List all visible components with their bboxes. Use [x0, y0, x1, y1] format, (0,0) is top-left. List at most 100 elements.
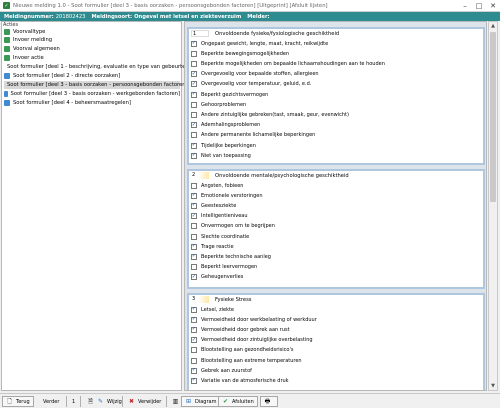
vertical-scrollbar[interactable]: ▲ ▼: [488, 21, 498, 391]
checkbox-row[interactable]: ✓ Emotionele verstoringen: [191, 192, 263, 199]
unchecked-checkbox[interactable]: [191, 264, 197, 271]
checkbox-row[interactable]: ✓ Overgevoelig voor bepaalde stoffen, all…: [191, 71, 319, 78]
unchecked-checkbox[interactable]: [191, 132, 197, 139]
checkbox-row[interactable]: ✓ Letsel, ziekte: [191, 306, 234, 313]
unchecked-checkbox[interactable]: [191, 357, 197, 364]
tree-item[interactable]: Voorval algemeen: [4, 45, 180, 53]
tree-item[interactable]: Voorvalltype: [4, 28, 180, 36]
checkbox-row[interactable]: Blootstelling aan extreme temperaturen: [191, 357, 302, 364]
checkbox-row[interactable]: ✓ Ongepast gewicht, lengte, maat, kracht,…: [191, 40, 328, 47]
minimize-button[interactable]: –: [458, 0, 472, 12]
unchecked-checkbox[interactable]: [191, 50, 197, 57]
checked-checkbox[interactable]: ✓: [191, 316, 197, 323]
checkbox-row[interactable]: Beperkt leervermogen: [191, 264, 257, 271]
checkbox-row[interactable]: Andere zintuiglijke gebreken(tast, smaak…: [191, 111, 349, 118]
diagram-label: Diagram: [195, 398, 217, 405]
form-section: 1 Onvoldoende fysieke/fysiologische gesch…: [187, 27, 485, 165]
checkbox-row[interactable]: ✓ Vermoeidheid door zintuiglijke overbela…: [191, 337, 313, 344]
checkbox-row[interactable]: ✓ Geestesziekte: [191, 202, 236, 209]
checked-checkbox[interactable]: ✓: [191, 274, 197, 281]
terug-button[interactable]: 🗋 Terug: [2, 396, 34, 407]
scroll-down-icon[interactable]: ▼: [489, 382, 497, 390]
checkbox-row[interactable]: Gehoorproblemen: [191, 101, 246, 108]
checkbox-row[interactable]: Beperkte bewegingsmogelijkheden: [191, 50, 289, 57]
checkbox-row[interactable]: ✓ Beperkte technische aanleg: [191, 253, 271, 260]
checked-checkbox[interactable]: ✓: [191, 337, 197, 344]
checkbox-row[interactable]: Angsten, fobieen: [191, 182, 243, 189]
printer-icon: 🖶: [264, 397, 271, 405]
tree-item[interactable]: Soot formulier [deel 1 - beschrijving, e…: [4, 63, 195, 71]
green-doc-icon: [4, 37, 10, 43]
section-number-field[interactable]: 2: [191, 172, 209, 179]
tree-item[interactable]: Invoer actie: [4, 54, 180, 62]
unchecked-checkbox[interactable]: [191, 182, 197, 189]
checked-checkbox[interactable]: ✓: [191, 202, 197, 209]
form-pane: 1 Onvoldoende fysieke/fysiologische gesch…: [184, 21, 487, 391]
checkbox-row[interactable]: ✓ Geheugenverlies: [191, 274, 243, 281]
checkbox-label: Vermoeidheid door werkbelasting of werkd…: [201, 316, 317, 323]
checked-checkbox[interactable]: ✓: [191, 367, 197, 374]
blue-doc-icon: [4, 91, 8, 97]
checked-checkbox[interactable]: ✓: [191, 253, 197, 260]
checked-checkbox[interactable]: ✓: [191, 326, 197, 333]
afsluiten-button[interactable]: ✔ Afsluiten: [218, 396, 258, 407]
checked-checkbox[interactable]: ✓: [191, 377, 197, 384]
tree-item[interactable]: Invoer melding: [4, 36, 180, 44]
checkbox-row[interactable]: ✓ Overgevoelig voor temperatuur, geluid, …: [191, 81, 311, 88]
tree-item[interactable]: Soot formulier [deel 3 - basis oorzaken …: [4, 90, 180, 98]
checked-checkbox[interactable]: ✓: [191, 40, 197, 47]
unchecked-checkbox[interactable]: [191, 233, 197, 240]
tree-item[interactable]: Soot formulier [deel 2 - directe oorzake…: [4, 72, 180, 80]
unchecked-checkbox[interactable]: [191, 223, 197, 230]
unchecked-checkbox[interactable]: [191, 347, 197, 354]
verder-button[interactable]: Verder: [40, 396, 62, 407]
checkbox-label: Blootstelling aan gezondheidsrisico's: [201, 347, 294, 354]
checked-checkbox[interactable]: ✓: [191, 213, 197, 220]
unchecked-checkbox[interactable]: [191, 60, 197, 67]
checkbox-label: Overgevoelig voor bepaalde stoffen, alle…: [201, 71, 319, 78]
checkbox-row[interactable]: ✓ Vermoeidheid door gebrek aan rust: [191, 326, 290, 333]
wijzig-button[interactable]: ✎ Wijzig: [94, 396, 125, 407]
checkbox-row[interactable]: ✓ Vermoeidheid door werkbelasting of werk…: [191, 316, 317, 323]
checked-checkbox[interactable]: ✓: [191, 81, 197, 88]
scroll-up-icon[interactable]: ▲: [489, 22, 497, 30]
checkbox-label: Intelligentieniveau: [201, 213, 248, 220]
checkbox-row[interactable]: ✓ Variatie van de atmosferische druk: [191, 377, 289, 384]
checked-checkbox[interactable]: ✓: [191, 192, 197, 199]
maximize-button[interactable]: □: [472, 0, 486, 12]
tree-item[interactable]: Soot formulier [deel 3 - basis oorzaken …: [4, 81, 188, 89]
checked-checkbox[interactable]: ✓: [191, 142, 197, 149]
checked-checkbox[interactable]: ✓: [191, 152, 197, 159]
tree-item-label: Soot formulier [deel 1 - beschrijving, e…: [7, 64, 195, 70]
checkbox-row[interactable]: ✓ Intelligentieniveau: [191, 213, 248, 220]
checkbox-row[interactable]: ✓ Tijdelijke beperkingen: [191, 142, 256, 149]
checkbox-row[interactable]: Slechte coordinatie: [191, 233, 249, 240]
document-icon: 🗎: [88, 397, 93, 405]
tree-item[interactable]: Soot formulier [deel 4 - beheersmaatrege…: [4, 99, 180, 107]
checkbox-row[interactable]: Onvermogen om te begrijpen: [191, 223, 275, 230]
checked-checkbox[interactable]: ✓: [191, 71, 197, 78]
checkbox-row[interactable]: ✓ Ademhalingsproblemen: [191, 122, 260, 129]
close-button[interactable]: ✕: [486, 0, 500, 12]
diagram-button[interactable]: ⊞ Diagram: [181, 396, 221, 407]
verwijder-button[interactable]: ✖ Verwijder: [125, 396, 164, 407]
checkbox-row[interactable]: Blootstelling aan gezondheidsrisico's: [191, 347, 293, 354]
checkbox-label: Gebrek aan zuurstof: [201, 367, 252, 374]
checkbox-label: Slechte coordinatie: [201, 233, 250, 240]
checkbox-row[interactable]: ✓ Gebrek aan zuurstof: [191, 367, 252, 374]
print-button[interactable]: 🖶: [260, 396, 278, 407]
checked-checkbox[interactable]: ✓: [191, 243, 197, 250]
checkbox-row[interactable]: ✓ Niet van toepassing: [191, 152, 251, 159]
unchecked-checkbox[interactable]: [191, 101, 197, 108]
checkbox-row[interactable]: ✓ Trage reactie: [191, 243, 234, 250]
checked-checkbox[interactable]: ✓: [191, 91, 197, 98]
section-number-field[interactable]: 1: [191, 30, 209, 37]
checkbox-row[interactable]: ✓ Beperkt gezichtsvermogen: [191, 91, 268, 98]
checkbox-row[interactable]: Andere permanente lichamelijke beperking…: [191, 132, 315, 139]
scrollbar-thumb[interactable]: [490, 32, 496, 202]
checkbox-row[interactable]: Beperkte mogelijkheden om bepaalde licha…: [191, 60, 385, 67]
unchecked-checkbox[interactable]: [191, 111, 197, 118]
checked-checkbox[interactable]: ✓: [191, 122, 197, 129]
checked-checkbox[interactable]: ✓: [191, 306, 197, 313]
section-number-field[interactable]: 3: [191, 296, 209, 303]
